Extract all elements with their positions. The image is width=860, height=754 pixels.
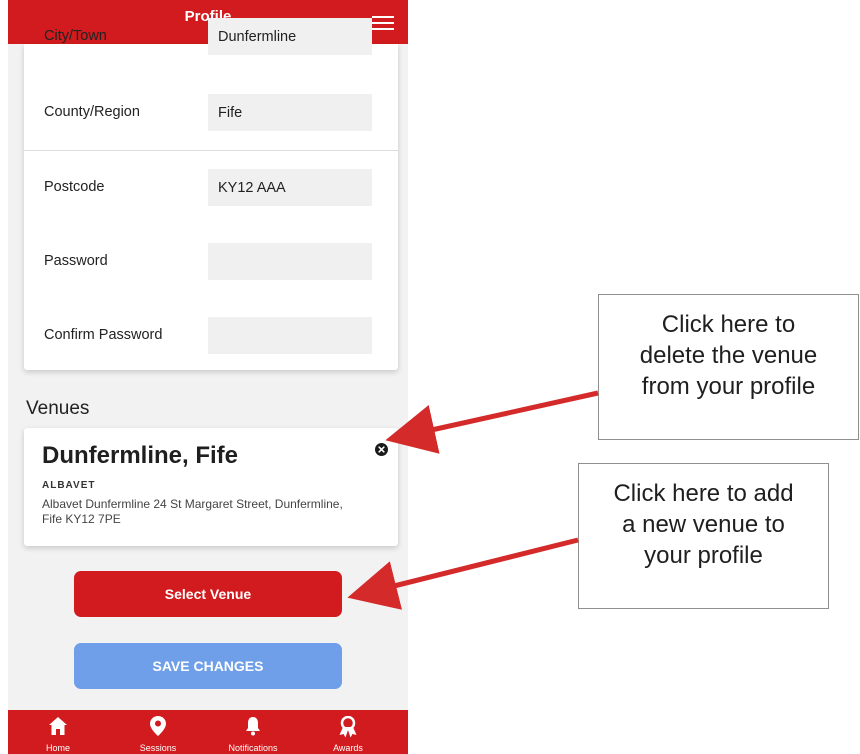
venue-card: Dunfermline, Fife ALBAVET Albavet Dunfer…: [24, 428, 398, 546]
form-row-confirm-password: Confirm Password: [24, 299, 398, 373]
nav-awards-label: Awards: [333, 743, 363, 753]
nav-notifications[interactable]: Notifications: [213, 710, 293, 754]
bell-icon: [246, 717, 260, 736]
county-input[interactable]: [208, 94, 372, 131]
venue-address: Albavet Dunfermline 24 St Margaret Stree…: [42, 497, 343, 526]
award-icon: [339, 716, 357, 738]
arrow-to-close-icon: [385, 390, 599, 454]
nav-sessions[interactable]: Sessions: [118, 710, 198, 754]
select-venue-button[interactable]: Select Venue: [74, 571, 342, 617]
nav-sessions-label: Sessions: [139, 743, 177, 753]
confirm-password-label: Confirm Password: [44, 327, 163, 343]
nav-awards[interactable]: Awards: [308, 710, 388, 754]
callout-add-venue: Click here to add a new venue to your pr…: [578, 463, 829, 609]
close-icon[interactable]: [375, 443, 388, 456]
venues-heading: Venues: [26, 398, 90, 419]
postcode-input[interactable]: [208, 169, 372, 206]
form-row-postcode: Postcode: [24, 151, 398, 225]
callout-delete-line: from your profile: [641, 373, 816, 400]
password-label: Password: [44, 253, 108, 269]
bottom-nav: Home Sessions Notifications Awards: [8, 710, 408, 754]
map-pin-icon: [150, 716, 166, 736]
callout-delete-line: delete the venue: [639, 342, 818, 369]
venue-tag: ALBAVET: [42, 480, 96, 491]
county-label: County/Region: [44, 104, 140, 120]
nav-home[interactable]: Home: [18, 710, 98, 754]
home-icon: [49, 717, 67, 735]
callout-delete-line: Click here to: [661, 311, 796, 338]
form-row-city: City/Town: [24, 0, 398, 74]
form-row-county: County/Region: [24, 76, 398, 150]
callout-add-line: your profile: [644, 542, 763, 569]
callout-add-line: a new venue to: [622, 511, 785, 538]
confirm-password-input[interactable]: [208, 317, 372, 354]
callout-delete-venue: Click here to delete the venue from your…: [598, 294, 859, 440]
profile-form-card: City/Town County/Region Postcode Passwor…: [24, 18, 398, 373]
password-input[interactable]: [208, 243, 372, 280]
form-row-password: Password: [24, 225, 398, 299]
city-label: City/Town: [44, 28, 107, 44]
venue-name: Dunfermline, Fife: [42, 442, 239, 469]
callout-add-line: Click here to add: [613, 480, 794, 507]
phone-screen: Profile City/Town County/Region Postcode…: [8, 0, 408, 754]
save-changes-button[interactable]: SAVE CHANGES: [74, 643, 342, 689]
city-input[interactable]: [208, 18, 372, 55]
postcode-label: Postcode: [44, 179, 105, 195]
nav-home-label: Home: [45, 743, 70, 753]
nav-notifications-label: Notifications: [228, 743, 278, 753]
